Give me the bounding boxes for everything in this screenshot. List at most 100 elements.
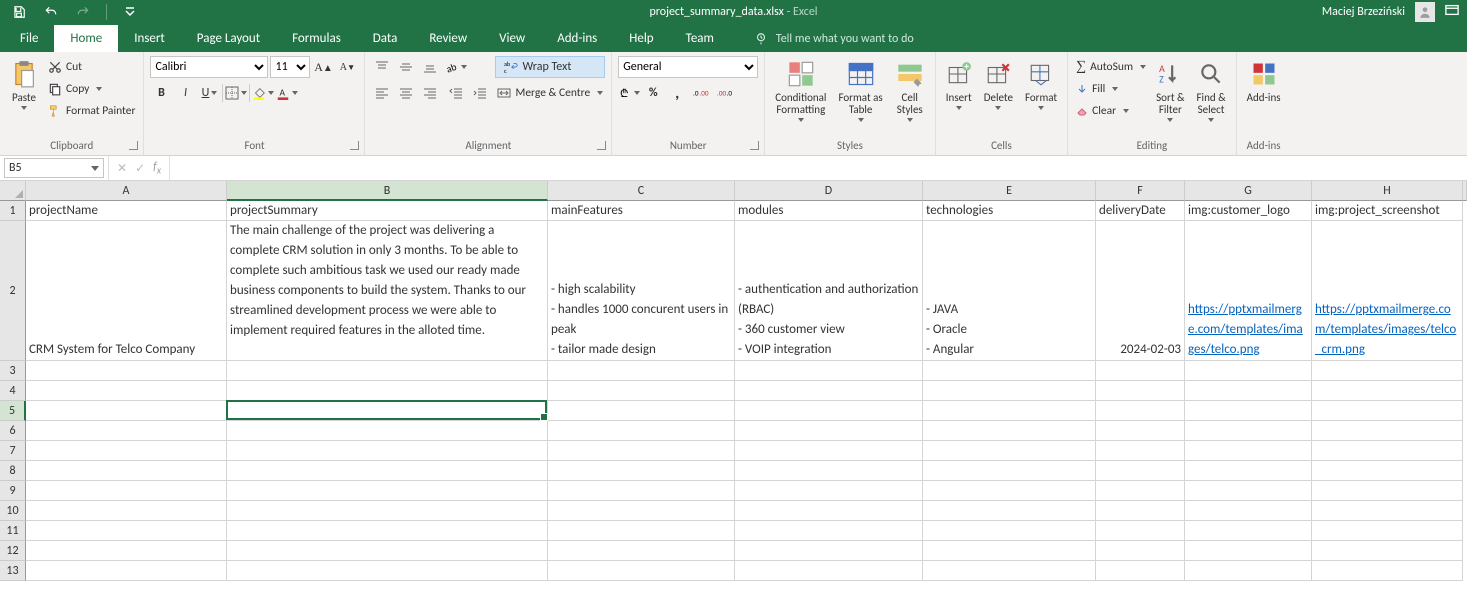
- cell-H8[interactable]: [1312, 461, 1463, 481]
- align-left-icon[interactable]: [371, 82, 393, 104]
- delete-cells-button[interactable]: Delete: [980, 56, 1017, 112]
- cell-C13[interactable]: [548, 561, 735, 581]
- col-header-H[interactable]: H: [1312, 181, 1463, 201]
- redo-icon[interactable]: [72, 1, 94, 23]
- cell-D5[interactable]: [735, 401, 923, 421]
- increase-indent-icon[interactable]: [469, 82, 491, 104]
- cell-H11[interactable]: [1312, 521, 1463, 541]
- cell-D2[interactable]: - authentication and authorization (RBAC…: [735, 221, 923, 361]
- cell-D13[interactable]: [735, 561, 923, 581]
- cell-C10[interactable]: [548, 501, 735, 521]
- tab-file[interactable]: File: [4, 25, 54, 52]
- row-header-4[interactable]: 4: [0, 381, 26, 401]
- format-as-table-button[interactable]: Format as Table: [834, 56, 886, 124]
- align-bottom-icon[interactable]: [419, 56, 441, 78]
- merge-centre-button[interactable]: Merge & Centre: [495, 82, 605, 104]
- cell-G5[interactable]: [1185, 401, 1312, 421]
- cell-D1[interactable]: modules: [735, 201, 923, 221]
- cell-H6[interactable]: [1312, 421, 1463, 441]
- col-header-G[interactable]: G: [1185, 181, 1312, 201]
- cell-E2[interactable]: - JAVA - Oracle - Angular: [923, 221, 1096, 361]
- percent-format-icon[interactable]: %: [642, 82, 664, 104]
- tab-home[interactable]: Home: [54, 25, 118, 52]
- number-format-select[interactable]: General: [618, 56, 758, 78]
- cell-F11[interactable]: [1096, 521, 1185, 541]
- cell-G3[interactable]: [1185, 361, 1312, 381]
- cell-F7[interactable]: [1096, 441, 1185, 461]
- row-header-13[interactable]: 13: [0, 561, 26, 581]
- font-name-select[interactable]: Calibri: [150, 56, 268, 78]
- cell-F12[interactable]: [1096, 541, 1185, 561]
- cell-C2[interactable]: - high scalability - handles 1000 concur…: [548, 221, 735, 361]
- copy-button[interactable]: Copy: [46, 78, 137, 100]
- cell-B3[interactable]: [227, 361, 548, 381]
- cell-G6[interactable]: [1185, 421, 1312, 441]
- cell-G10[interactable]: [1185, 501, 1312, 521]
- cell-F3[interactable]: [1096, 361, 1185, 381]
- cell-F1[interactable]: deliveryDate: [1096, 201, 1185, 221]
- name-box[interactable]: B5: [4, 158, 104, 178]
- cell-D12[interactable]: [735, 541, 923, 561]
- cell-H10[interactable]: [1312, 501, 1463, 521]
- cell-C12[interactable]: [548, 541, 735, 561]
- cell-A11[interactable]: [26, 521, 227, 541]
- cell-B10[interactable]: [227, 501, 548, 521]
- row-header-6[interactable]: 6: [0, 421, 26, 441]
- cell-C4[interactable]: [548, 381, 735, 401]
- format-cells-button[interactable]: Format: [1021, 56, 1061, 112]
- cell-C11[interactable]: [548, 521, 735, 541]
- tab-team[interactable]: Team: [670, 25, 730, 52]
- col-header-F[interactable]: F: [1096, 181, 1185, 201]
- col-header-A[interactable]: A: [26, 181, 227, 201]
- row-header-8[interactable]: 8: [0, 461, 26, 481]
- cell-G7[interactable]: [1185, 441, 1312, 461]
- cell-G4[interactable]: [1185, 381, 1312, 401]
- row-header-5[interactable]: 5: [0, 401, 26, 421]
- addins-button[interactable]: Add-ins: [1243, 56, 1285, 106]
- cell-E4[interactable]: [923, 381, 1096, 401]
- increase-decimal-icon[interactable]: .0.00: [690, 82, 712, 104]
- cell-C1[interactable]: mainFeatures: [548, 201, 735, 221]
- cell-B11[interactable]: [227, 521, 548, 541]
- cell-D9[interactable]: [735, 481, 923, 501]
- tab-help[interactable]: Help: [613, 25, 669, 52]
- cell-G9[interactable]: [1185, 481, 1312, 501]
- cell-G12[interactable]: [1185, 541, 1312, 561]
- align-center-icon[interactable]: [395, 82, 417, 104]
- cell-B13[interactable]: [227, 561, 548, 581]
- decrease-font-icon[interactable]: A▼: [336, 56, 358, 78]
- cell-A13[interactable]: [26, 561, 227, 581]
- cell-A1[interactable]: projectName: [26, 201, 227, 221]
- enter-formula-icon[interactable]: ✓: [135, 161, 145, 176]
- cell-C8[interactable]: [548, 461, 735, 481]
- cell-C5[interactable]: [548, 401, 735, 421]
- cell-A4[interactable]: [26, 381, 227, 401]
- row-header-7[interactable]: 7: [0, 441, 26, 461]
- cell-C7[interactable]: [548, 441, 735, 461]
- cancel-formula-icon[interactable]: ✕: [117, 161, 127, 176]
- cell-A8[interactable]: [26, 461, 227, 481]
- accounting-format-icon[interactable]: ₾: [618, 82, 640, 104]
- cell-B9[interactable]: [227, 481, 548, 501]
- cell-A2[interactable]: CRM System for Telco Company: [26, 221, 227, 361]
- increase-font-icon[interactable]: A▲: [312, 56, 334, 78]
- cell-E8[interactable]: [923, 461, 1096, 481]
- cell-F9[interactable]: [1096, 481, 1185, 501]
- cell-E3[interactable]: [923, 361, 1096, 381]
- cell-A9[interactable]: [26, 481, 227, 501]
- cell-D6[interactable]: [735, 421, 923, 441]
- cell-E5[interactable]: [923, 401, 1096, 421]
- row-header-1[interactable]: 1: [0, 201, 26, 221]
- cell-G8[interactable]: [1185, 461, 1312, 481]
- row-header-10[interactable]: 10: [0, 501, 26, 521]
- bold-button[interactable]: B: [150, 82, 172, 104]
- cell-B6[interactable]: [227, 421, 548, 441]
- align-top-icon[interactable]: [371, 56, 393, 78]
- cut-button[interactable]: Cut: [46, 56, 137, 78]
- clear-button[interactable]: Clear: [1074, 100, 1148, 122]
- decrease-decimal-icon[interactable]: .00.0: [714, 82, 736, 104]
- cell-B12[interactable]: [227, 541, 548, 561]
- wrap-text-button[interactable]: abc Wrap Text: [495, 56, 605, 78]
- cell-D8[interactable]: [735, 461, 923, 481]
- cell-E1[interactable]: technologies: [923, 201, 1096, 221]
